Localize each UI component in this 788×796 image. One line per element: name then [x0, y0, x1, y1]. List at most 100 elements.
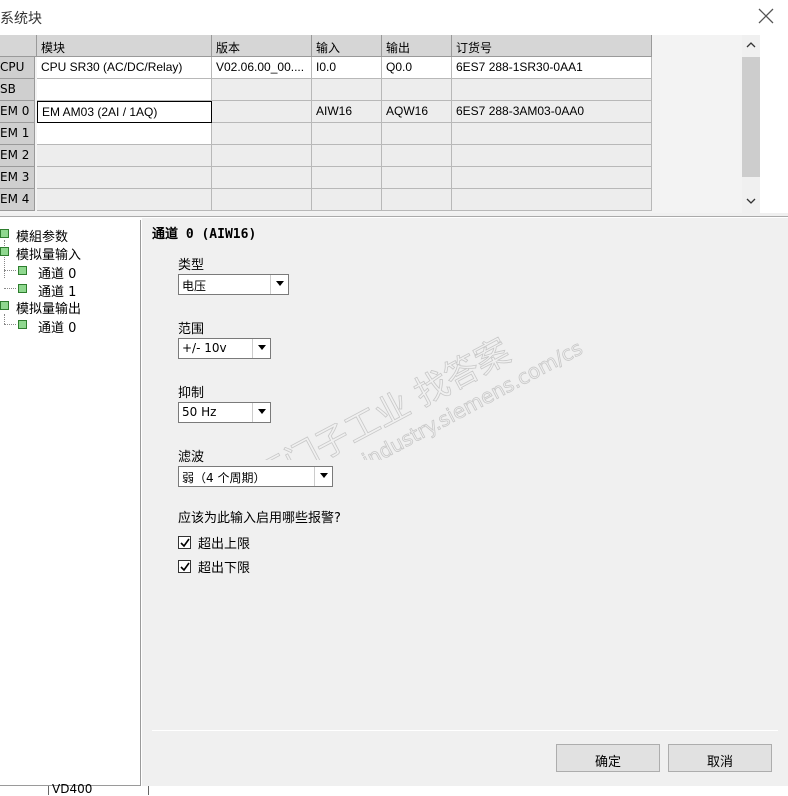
- tree-item-aq-channel-0[interactable]: 通道 0: [18, 317, 138, 336]
- column-header-version[interactable]: 版本: [212, 35, 312, 57]
- table-cell-order-number[interactable]: 6ES7 288-1SR30-0AA1: [452, 57, 652, 79]
- table-cell-version[interactable]: V02.06.00_00....: [212, 57, 312, 79]
- row-label-em2[interactable]: EM 2: [0, 145, 35, 167]
- row-label-em4[interactable]: EM 4: [0, 189, 35, 211]
- background-divider: [148, 786, 149, 795]
- type-label: 类型: [178, 258, 205, 273]
- tree-item-ai-channel-0[interactable]: 通道 0: [18, 263, 138, 282]
- tree-item-analog-output[interactable]: 模拟量输出: [0, 298, 140, 317]
- table-cell-output[interactable]: [382, 79, 452, 101]
- table-cell-input[interactable]: AIW16: [312, 101, 382, 123]
- table-cell-order-number[interactable]: [452, 79, 652, 101]
- tree-connector: [4, 314, 5, 324]
- module-node-icon: [0, 301, 9, 310]
- module-node-icon: [0, 247, 9, 256]
- row-label-em3[interactable]: EM 3: [0, 167, 35, 189]
- table-cell-input[interactable]: [312, 123, 382, 145]
- channel-node-icon: [18, 284, 27, 293]
- table-cell-input[interactable]: [312, 145, 382, 167]
- watermark: 西门子工业 找答案 support.industry.siemens.com/c…: [248, 331, 587, 460]
- table-cell-input[interactable]: [312, 167, 382, 189]
- chevron-down-icon[interactable]: [252, 403, 270, 422]
- table-cell-order-number[interactable]: [452, 123, 652, 145]
- table-cell-output[interactable]: AQW16: [382, 101, 452, 123]
- chevron-down-icon[interactable]: [314, 467, 332, 486]
- row-label-cpu[interactable]: CPU: [0, 57, 35, 79]
- lower-limit-label[interactable]: 超出下限: [198, 557, 250, 576]
- channel-node-icon: [18, 266, 27, 275]
- column-header-order-number[interactable]: 订货号: [452, 35, 652, 57]
- table-cell-output[interactable]: [382, 167, 452, 189]
- table-cell-module[interactable]: [37, 123, 212, 145]
- tree-item-label: 通道 0: [38, 321, 77, 336]
- chevron-down-icon[interactable]: [270, 275, 288, 294]
- module-node-icon: [0, 229, 9, 238]
- table-cell-module[interactable]: [37, 145, 212, 167]
- row-label-sb[interactable]: SB: [0, 79, 35, 101]
- divider: [152, 730, 778, 731]
- channel-title: 通道 0 (AIW16): [152, 227, 257, 242]
- title-bar: [0, 0, 788, 34]
- filter-select-value: 弱（4 个周期）: [182, 471, 266, 485]
- table-cell-order-number[interactable]: [452, 167, 652, 189]
- table-cell-version[interactable]: [212, 79, 312, 101]
- channel-node-icon: [18, 320, 27, 329]
- table-cell-input[interactable]: I0.0: [312, 57, 382, 79]
- column-header-input[interactable]: 输入: [312, 35, 382, 57]
- tree-item-label: 模拟量输出: [16, 302, 82, 317]
- upper-limit-label[interactable]: 超出上限: [198, 533, 250, 552]
- table-cell-module-selected[interactable]: EM AM03 (2AI / 1AQ): [37, 101, 212, 123]
- range-label: 范围: [178, 322, 205, 337]
- row-label-em1[interactable]: EM 1: [0, 123, 35, 145]
- range-select[interactable]: +/- 10v: [178, 338, 271, 359]
- close-icon[interactable]: [756, 6, 776, 26]
- table-cell-order-number[interactable]: [452, 145, 652, 167]
- table-cell-version[interactable]: [212, 189, 312, 211]
- row-label-em0[interactable]: EM 0: [0, 101, 35, 123]
- upper-limit-checkbox[interactable]: [178, 536, 191, 549]
- table-cell-version[interactable]: [212, 145, 312, 167]
- column-header-output[interactable]: 输出: [382, 35, 452, 57]
- table-cell-module[interactable]: [37, 167, 212, 189]
- table-cell-version[interactable]: [212, 123, 312, 145]
- scroll-up-icon[interactable]: [745, 38, 757, 52]
- type-select[interactable]: 电压: [178, 274, 289, 295]
- tree-item-label: 模組参数: [16, 230, 69, 245]
- rejection-label: 抑制: [178, 386, 205, 401]
- table-header-corner: [0, 35, 37, 57]
- table-cell-module[interactable]: [37, 79, 212, 101]
- tree-item-module-params[interactable]: 模組参数: [0, 226, 140, 245]
- tree-item-label: 模拟量输入: [16, 248, 82, 263]
- cancel-button[interactable]: 取消: [668, 744, 772, 772]
- table-cell-output[interactable]: Q0.0: [382, 57, 452, 79]
- ok-button[interactable]: 确定: [556, 744, 660, 772]
- table-cell-output[interactable]: [382, 145, 452, 167]
- lower-limit-checkbox[interactable]: [178, 560, 191, 573]
- chevron-down-icon[interactable]: [252, 339, 270, 358]
- table-cell-version[interactable]: [212, 167, 312, 189]
- table-cell-order-number[interactable]: [452, 189, 652, 211]
- table-cell-output[interactable]: [382, 123, 452, 145]
- table-cell-version[interactable]: [212, 101, 312, 123]
- scrollbar-thumb[interactable]: [742, 57, 760, 177]
- column-header-module[interactable]: 模块: [37, 35, 212, 57]
- rejection-select-value: 50 Hz: [182, 405, 217, 419]
- table-cell-input[interactable]: [312, 189, 382, 211]
- tree-connector: [4, 270, 16, 271]
- table-cell-input[interactable]: [312, 79, 382, 101]
- splitter[interactable]: [0, 213, 788, 217]
- filter-label: 滤波: [178, 450, 205, 465]
- background-divider: [48, 786, 49, 795]
- rejection-select[interactable]: 50 Hz: [178, 402, 271, 423]
- filter-select[interactable]: 弱（4 个周期）: [178, 466, 333, 487]
- alarm-question: 应该为此输入启用哪些报警?: [178, 511, 341, 526]
- background-partial-text: VD400: [52, 782, 93, 796]
- table-cell-order-number[interactable]: 6ES7 288-3AM03-0AA0: [452, 101, 652, 123]
- scroll-down-icon[interactable]: [745, 194, 757, 208]
- table-cell-output[interactable]: [382, 189, 452, 211]
- tree-item-analog-input[interactable]: 模拟量输入: [0, 244, 140, 263]
- table-cell-module[interactable]: [37, 189, 212, 211]
- tree-item-label: 通道 0: [38, 267, 77, 282]
- table-cell-module[interactable]: CPU SR30 (AC/DC/Relay): [37, 57, 212, 79]
- tree-item-ai-channel-1[interactable]: 通道 1: [18, 281, 138, 300]
